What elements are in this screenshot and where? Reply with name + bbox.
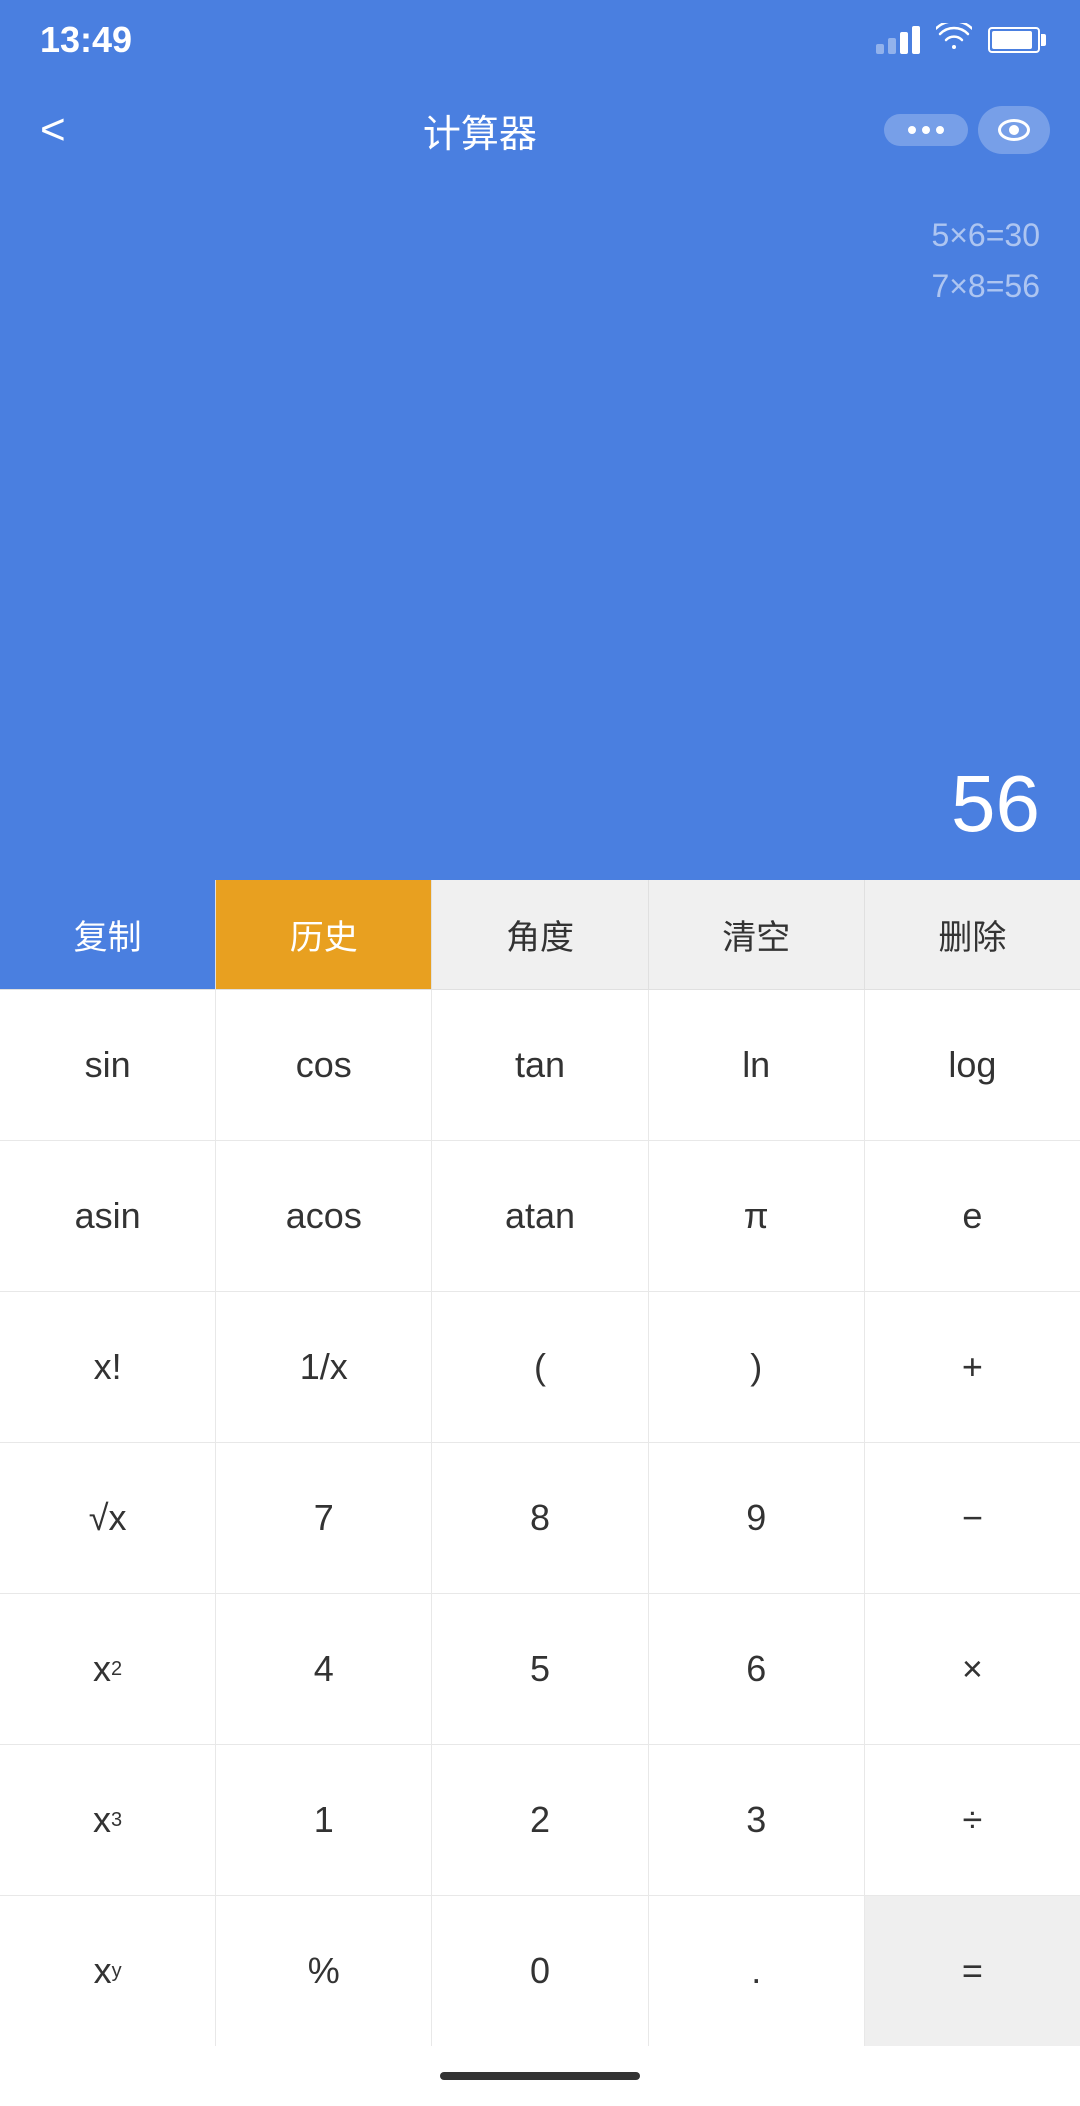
keypad-row-2: asin acos atan π e bbox=[0, 1141, 1080, 1292]
keypad-row-4: √x 7 8 9 − bbox=[0, 1443, 1080, 1594]
home-bar bbox=[440, 2072, 640, 2080]
angle-button[interactable]: 角度 bbox=[432, 880, 648, 989]
display-result: 56 bbox=[951, 758, 1040, 850]
keypad-row-5: x2 4 5 6 × bbox=[0, 1594, 1080, 1745]
clear-button[interactable]: 清空 bbox=[649, 880, 865, 989]
keypad: sin cos tan ln log asin acos atan π e x!… bbox=[0, 990, 1080, 2046]
key-asin[interactable]: asin bbox=[0, 1141, 216, 1291]
display-history: 5×6=30 7×8=56 bbox=[931, 210, 1040, 312]
key-close-paren[interactable]: ) bbox=[649, 1292, 865, 1442]
key-divide[interactable]: ÷ bbox=[865, 1745, 1080, 1895]
dot1 bbox=[908, 126, 916, 134]
key-multiply[interactable]: × bbox=[865, 1594, 1080, 1744]
eye-button[interactable] bbox=[978, 106, 1050, 154]
key-1[interactable]: 1 bbox=[216, 1745, 432, 1895]
eye-icon bbox=[998, 119, 1030, 141]
back-button[interactable]: < bbox=[30, 95, 76, 165]
delete-button[interactable]: 删除 bbox=[865, 880, 1080, 989]
key-atan[interactable]: atan bbox=[432, 1141, 648, 1291]
key-3[interactable]: 3 bbox=[649, 1745, 865, 1895]
keypad-row-3: x! 1/x ( ) + bbox=[0, 1292, 1080, 1443]
dot2 bbox=[922, 126, 930, 134]
key-factorial[interactable]: x! bbox=[0, 1292, 216, 1442]
key-8[interactable]: 8 bbox=[432, 1443, 648, 1593]
dot3 bbox=[936, 126, 944, 134]
key-0[interactable]: 0 bbox=[432, 1896, 648, 2046]
key-e[interactable]: e bbox=[865, 1141, 1080, 1291]
header-actions bbox=[884, 106, 1050, 154]
key-9[interactable]: 9 bbox=[649, 1443, 865, 1593]
more-button[interactable] bbox=[884, 114, 968, 146]
key-dot[interactable]: . bbox=[649, 1896, 865, 2046]
key-ln[interactable]: ln bbox=[649, 990, 865, 1140]
eye-pupil bbox=[1009, 125, 1019, 135]
key-5[interactable]: 5 bbox=[432, 1594, 648, 1744]
key-percent[interactable]: % bbox=[216, 1896, 432, 2046]
key-cos[interactable]: cos bbox=[216, 990, 432, 1140]
key-minus[interactable]: − bbox=[865, 1443, 1080, 1593]
key-plus[interactable]: + bbox=[865, 1292, 1080, 1442]
key-6[interactable]: 6 bbox=[649, 1594, 865, 1744]
history-line-2: 7×8=56 bbox=[931, 261, 1040, 312]
key-acos[interactable]: acos bbox=[216, 1141, 432, 1291]
status-icons bbox=[876, 23, 1040, 58]
key-open-paren[interactable]: ( bbox=[432, 1292, 648, 1442]
battery-icon bbox=[988, 27, 1040, 53]
key-7[interactable]: 7 bbox=[216, 1443, 432, 1593]
keypad-row-6: x3 1 2 3 ÷ bbox=[0, 1745, 1080, 1896]
key-equals[interactable]: = bbox=[865, 1896, 1080, 2046]
keypad-row-7: xy % 0 . = bbox=[0, 1896, 1080, 2046]
header: < 计算器 bbox=[0, 80, 1080, 180]
wifi-icon bbox=[936, 23, 972, 58]
copy-button[interactable]: 复制 bbox=[0, 880, 216, 989]
status-time: 13:49 bbox=[40, 19, 132, 61]
key-sin[interactable]: sin bbox=[0, 990, 216, 1140]
key-cube[interactable]: x3 bbox=[0, 1745, 216, 1895]
display-area: 5×6=30 7×8=56 56 bbox=[0, 180, 1080, 880]
key-sqrt[interactable]: √x bbox=[0, 1443, 216, 1593]
key-pi[interactable]: π bbox=[649, 1141, 865, 1291]
history-button[interactable]: 历史 bbox=[216, 880, 432, 989]
home-indicator bbox=[0, 2046, 1080, 2106]
key-2[interactable]: 2 bbox=[432, 1745, 648, 1895]
action-bar: 复制 历史 角度 清空 删除 bbox=[0, 880, 1080, 990]
key-tan[interactable]: tan bbox=[432, 990, 648, 1140]
key-power[interactable]: xy bbox=[0, 1896, 216, 2046]
key-4[interactable]: 4 bbox=[216, 1594, 432, 1744]
header-title: 计算器 bbox=[423, 103, 537, 158]
keypad-row-1: sin cos tan ln log bbox=[0, 990, 1080, 1141]
signal-icon bbox=[876, 26, 920, 54]
key-square[interactable]: x2 bbox=[0, 1594, 216, 1744]
key-reciprocal[interactable]: 1/x bbox=[216, 1292, 432, 1442]
status-bar: 13:49 bbox=[0, 0, 1080, 80]
history-line-1: 5×6=30 bbox=[931, 210, 1040, 261]
key-log[interactable]: log bbox=[865, 990, 1080, 1140]
